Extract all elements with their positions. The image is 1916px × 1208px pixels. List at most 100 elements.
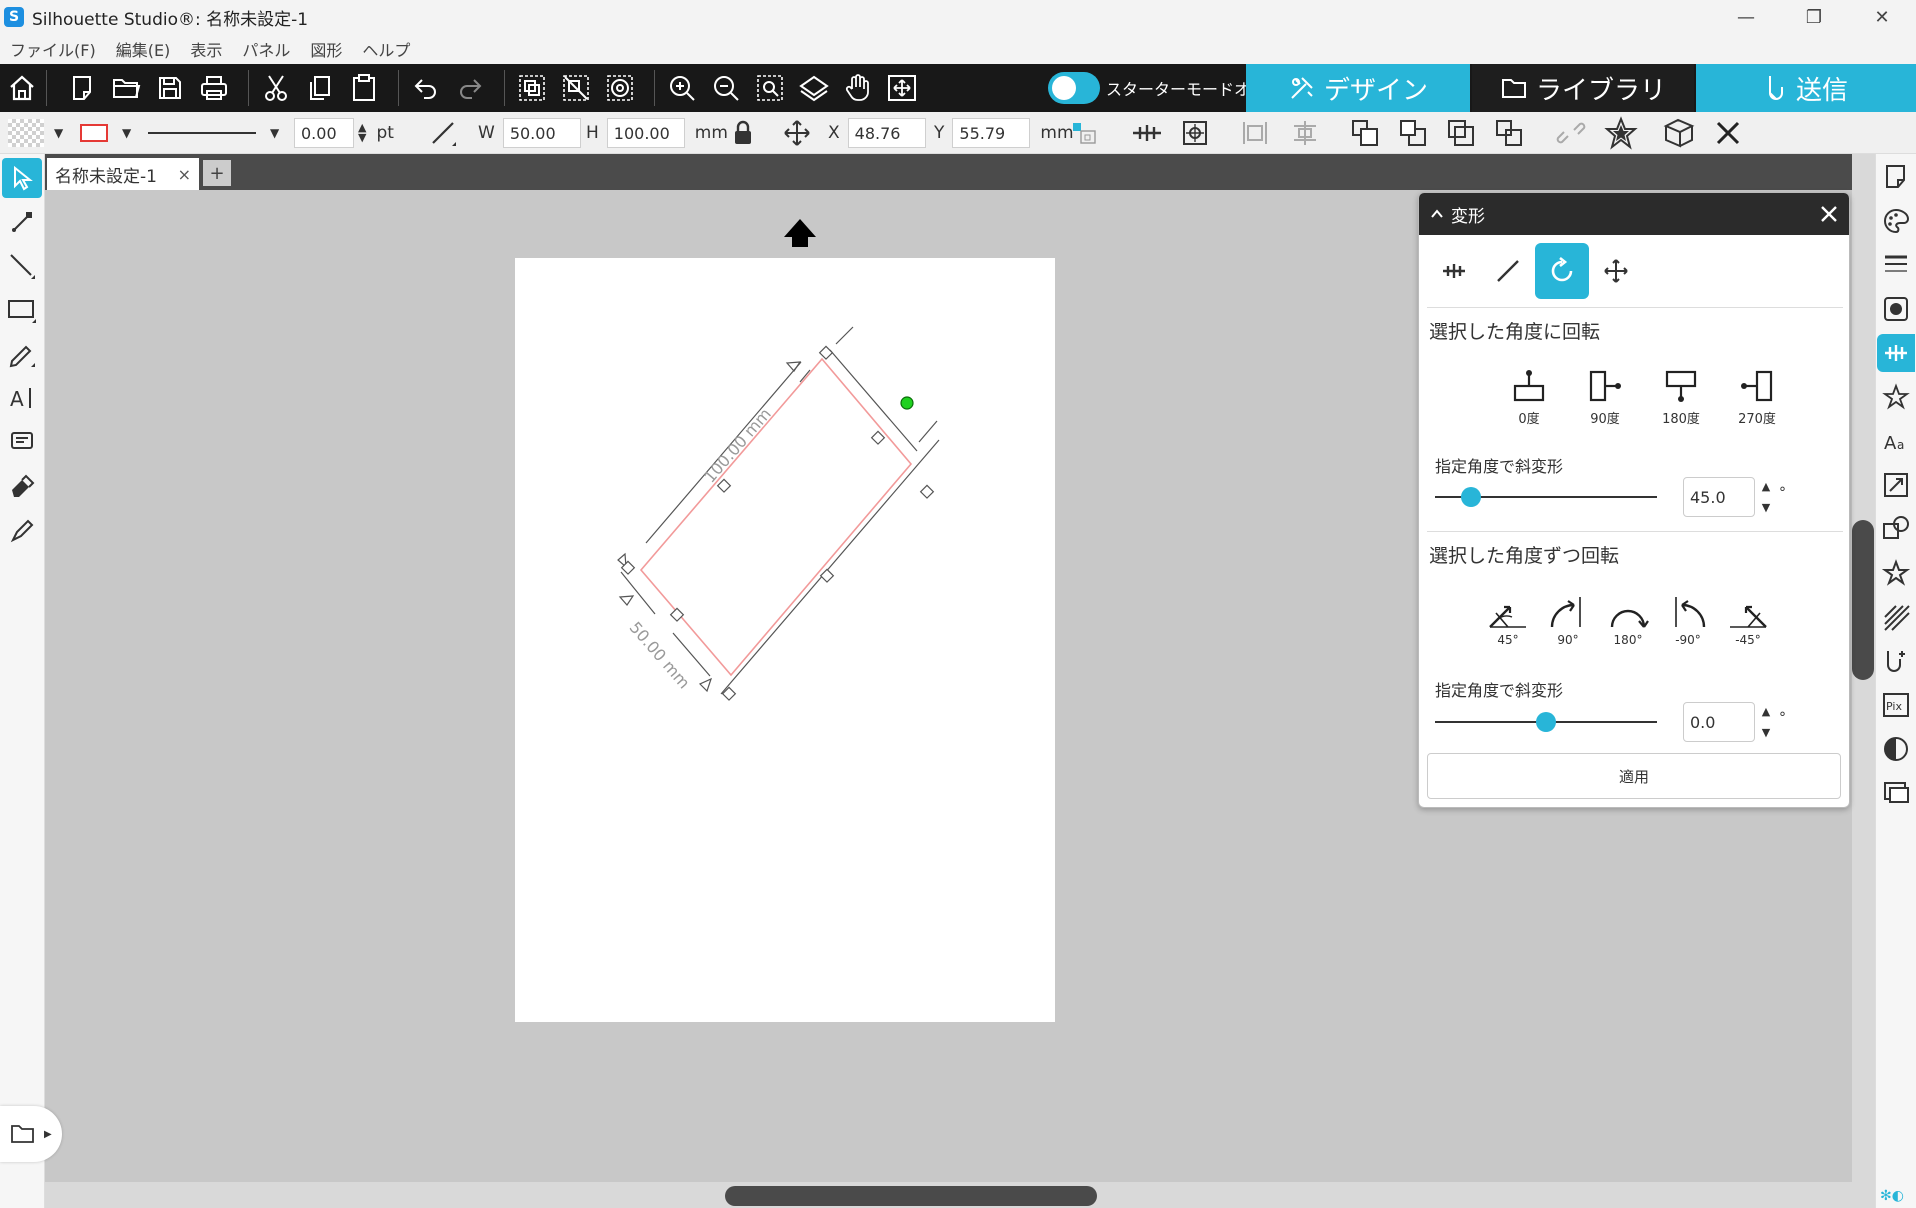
knife-tool-icon[interactable] xyxy=(2,510,42,550)
tab-design[interactable]: デザイン xyxy=(1246,64,1470,112)
tab-move-icon[interactable] xyxy=(1589,243,1643,299)
y-position-input[interactable]: 55.79 xyxy=(952,118,1031,148)
close-window-button[interactable]: ✕ xyxy=(1848,0,1916,34)
hatch-fill-icon[interactable] xyxy=(1877,598,1915,636)
rotate-by-180-button[interactable]: 180° xyxy=(1599,577,1657,647)
home-icon[interactable] xyxy=(4,70,40,106)
tab-document[interactable]: 名称未設定-1 × xyxy=(47,158,199,190)
distribute-icon[interactable] xyxy=(1290,112,1320,154)
eraser-tool-icon[interactable] xyxy=(2,466,42,506)
redo-icon[interactable] xyxy=(452,70,488,106)
rotate-by-minus-45-button[interactable]: -45° xyxy=(1719,577,1777,647)
star-library-icon[interactable] xyxy=(1877,554,1915,592)
rotate-by-minus-90-button[interactable]: -90° xyxy=(1659,577,1717,647)
ungroup-icon[interactable] xyxy=(558,70,594,106)
shear-slider-1-knob[interactable] xyxy=(1460,487,1481,507)
rotate-by-90-button[interactable]: 90° xyxy=(1539,577,1597,647)
collapse-chevron-icon[interactable] xyxy=(1429,206,1445,222)
horizontal-scrollbar[interactable] xyxy=(45,1182,1852,1208)
bring-forward-icon[interactable] xyxy=(1398,112,1428,154)
horizontal-scroll-thumb[interactable] xyxy=(725,1186,1097,1206)
minimize-button[interactable]: — xyxy=(1712,0,1780,34)
fill-pattern-icon[interactable] xyxy=(1877,290,1915,328)
close-tab-icon[interactable]: × xyxy=(178,165,191,184)
resize-diagonal-icon[interactable] xyxy=(428,112,458,154)
zoom-selection-icon[interactable] xyxy=(752,70,788,106)
text-tool-icon[interactable]: A xyxy=(2,378,42,418)
undo-icon[interactable] xyxy=(408,70,444,106)
pencil-tool-icon[interactable] xyxy=(2,334,42,374)
fill-pattern-swatch[interactable]: ▼ xyxy=(8,112,63,154)
vertical-scroll-thumb[interactable] xyxy=(1852,520,1874,680)
shear-input-2[interactable]: 0.0 xyxy=(1683,702,1755,742)
x-position-input[interactable]: 48.76 xyxy=(847,118,926,148)
zoom-in-icon[interactable] xyxy=(664,70,700,106)
transform-panel-header[interactable]: 変形 xyxy=(1419,193,1849,235)
rectangle-tool-icon[interactable] xyxy=(2,290,42,330)
compound-path-icon[interactable] xyxy=(602,70,638,106)
cut-icon[interactable] xyxy=(258,70,294,106)
zoom-out-icon[interactable] xyxy=(708,70,744,106)
page-setup-icon[interactable] xyxy=(1877,158,1915,196)
height-input[interactable]: 100.00 xyxy=(606,118,685,148)
tab-send[interactable]: 送信 xyxy=(1696,64,1916,112)
align-icon[interactable] xyxy=(1130,112,1164,154)
shear-input-1[interactable]: 45.0 xyxy=(1683,477,1755,517)
rotate-90-button[interactable]: 90度 xyxy=(1575,351,1635,427)
print-cut-icon[interactable] xyxy=(1877,774,1915,812)
move-arrows-icon[interactable] xyxy=(782,112,812,154)
rotate-by-45-button[interactable]: 45° xyxy=(1479,577,1537,647)
3d-box-icon[interactable] xyxy=(1662,112,1698,154)
rotate-270-button[interactable]: 270度 xyxy=(1727,351,1787,427)
fit-to-page-icon[interactable] xyxy=(796,70,832,106)
line-style-panel-icon[interactable] xyxy=(1877,246,1915,284)
pixscan-icon[interactable]: Pix xyxy=(1877,686,1915,724)
send-backward-icon[interactable] xyxy=(1446,112,1476,154)
pan-hand-icon[interactable] xyxy=(840,70,876,106)
text-box-tool-icon[interactable] xyxy=(2,422,42,462)
rotate-0-button[interactable]: 0度 xyxy=(1499,351,1559,427)
print-icon[interactable] xyxy=(196,70,232,106)
new-document-icon[interactable] xyxy=(64,70,100,106)
menu-edit[interactable]: 編集(E) xyxy=(106,37,181,61)
tab-align-icon[interactable] xyxy=(1427,243,1481,299)
toggle-switch[interactable] xyxy=(1048,72,1100,104)
starter-mode-toggle[interactable]: スターターモードオフ xyxy=(1048,70,1266,106)
menu-help[interactable]: ヘルプ xyxy=(352,37,420,61)
star-shape-icon[interactable] xyxy=(1604,112,1638,154)
modify-shapes-icon[interactable] xyxy=(1877,510,1915,548)
shear-stepper-1[interactable]: ▲ ▼ xyxy=(1759,480,1773,514)
send-to-back-icon[interactable] xyxy=(1494,112,1524,154)
move-to-center-icon[interactable] xyxy=(884,70,920,106)
lock-aspect-icon[interactable] xyxy=(732,112,754,154)
copy-icon[interactable] xyxy=(302,70,338,106)
shear-slider-2-knob[interactable] xyxy=(1536,712,1556,732)
line-color-dropdown-icon[interactable]: ▼ xyxy=(122,126,131,140)
add-tab-button[interactable]: + xyxy=(203,160,231,186)
close-panel-icon[interactable] xyxy=(1817,202,1841,226)
send-panel-icon[interactable] xyxy=(1877,642,1915,680)
line-style-select[interactable]: ▼ xyxy=(148,112,279,154)
select-tool-icon[interactable] xyxy=(2,158,42,198)
text-style-icon[interactable]: Aa xyxy=(1877,422,1915,460)
open-folder-icon[interactable] xyxy=(108,70,144,106)
settings-gear-icon[interactable]: ✻◐ xyxy=(1880,1188,1904,1204)
delete-icon[interactable] xyxy=(1714,112,1742,154)
line-width-stepper[interactable]: ▲ ▼ xyxy=(358,122,366,143)
paste-icon[interactable] xyxy=(346,70,382,106)
apply-button[interactable]: 適用 xyxy=(1427,753,1841,799)
fill-dropdown-icon[interactable]: ▼ xyxy=(54,126,63,140)
line-width-input[interactable]: 0.00 xyxy=(294,118,354,148)
line-style-dropdown-icon[interactable]: ▼ xyxy=(270,126,279,140)
rotate-180-button[interactable]: 180度 xyxy=(1651,351,1711,427)
maximize-button[interactable]: ❐ xyxy=(1780,0,1848,34)
menu-file[interactable]: ファイル(F) xyxy=(0,37,106,61)
trace-icon[interactable] xyxy=(1877,730,1915,768)
center-icon[interactable] xyxy=(1180,112,1210,154)
unlink-icon[interactable] xyxy=(1556,112,1586,154)
library-panel-toggle[interactable]: ▶ xyxy=(0,1106,62,1162)
width-input[interactable]: 50.00 xyxy=(502,118,581,148)
menu-view[interactable]: 表示 xyxy=(180,37,232,61)
shear-stepper-2[interactable]: ▲ ▼ xyxy=(1759,705,1773,739)
menu-object[interactable]: 図形 xyxy=(300,37,352,61)
